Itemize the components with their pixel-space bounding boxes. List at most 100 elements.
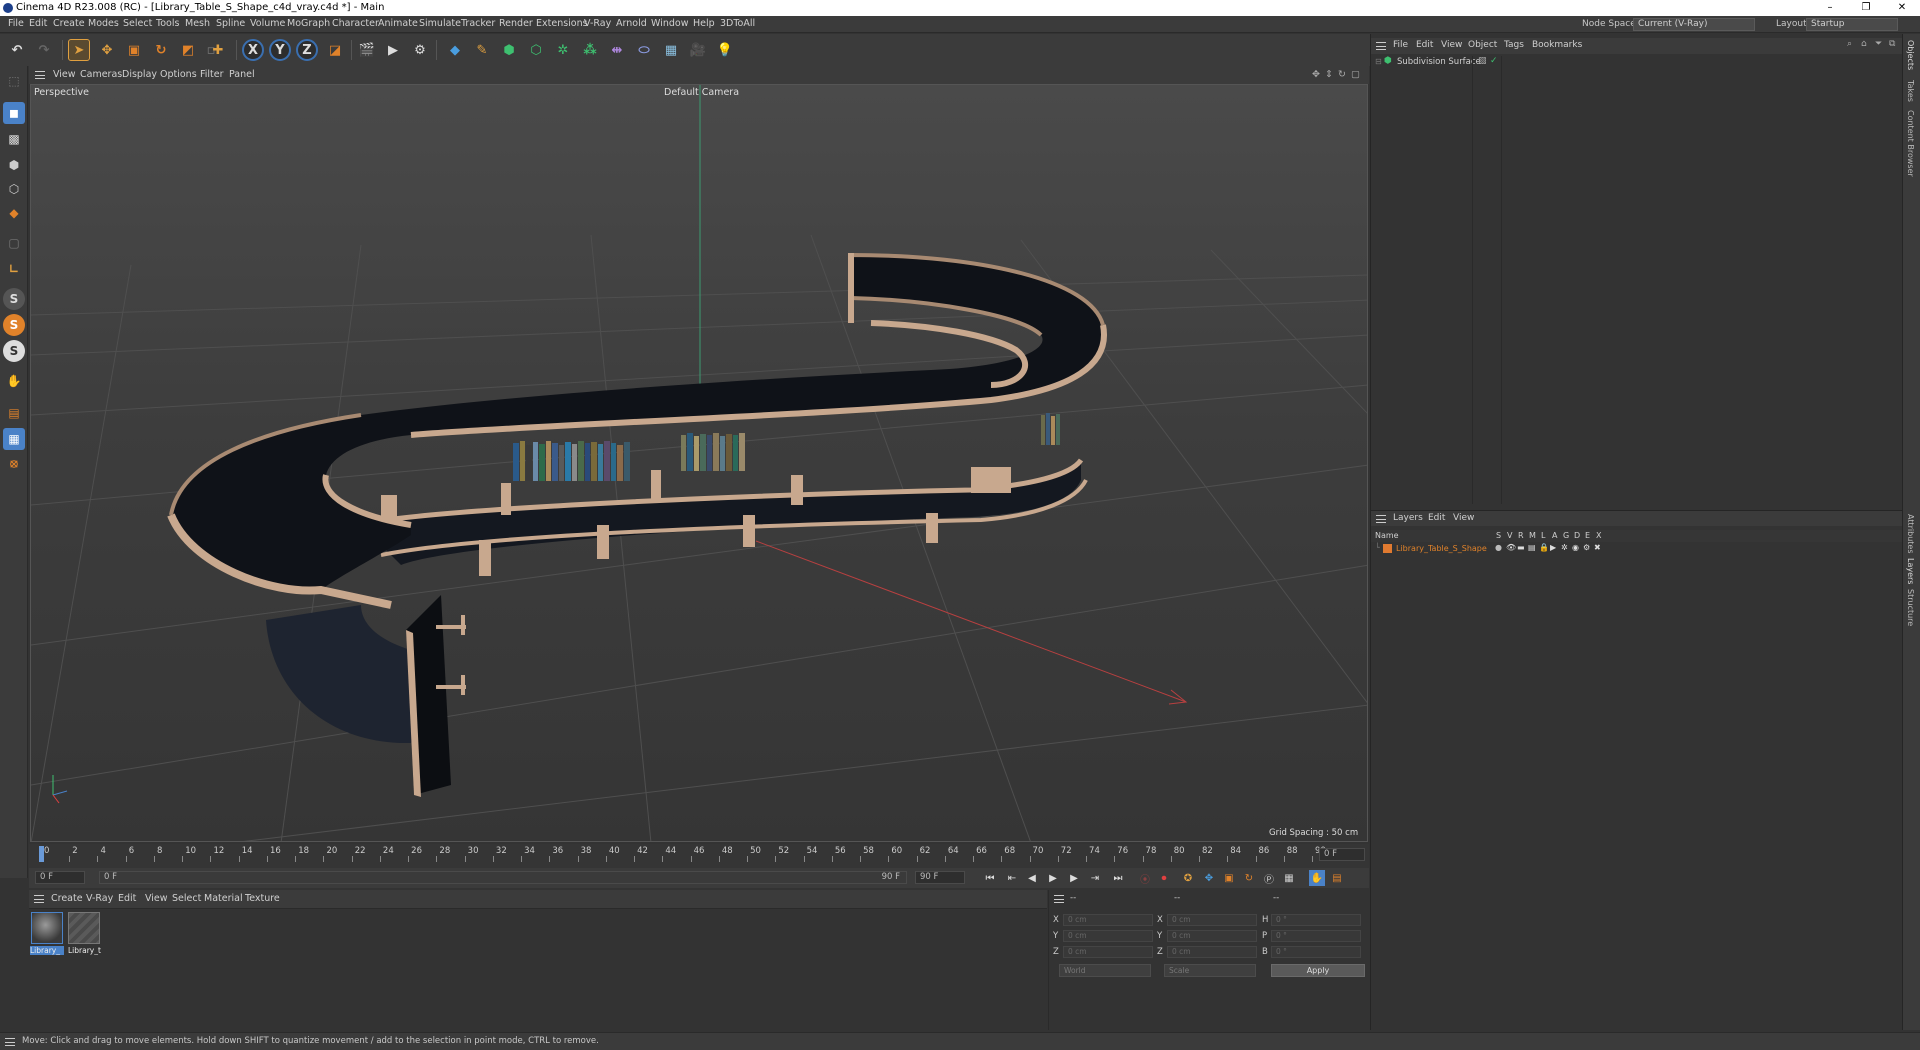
obj-menu-file[interactable]: File bbox=[1393, 40, 1408, 50]
menu-file[interactable]: File bbox=[8, 18, 24, 29]
add-object-icon[interactable]: ✚ bbox=[207, 39, 229, 61]
play-icon[interactable]: ▶ bbox=[1045, 870, 1061, 886]
layer-generators-icon[interactable]: ✲ bbox=[1561, 543, 1568, 552]
polygons-mode-icon[interactable]: ◆ bbox=[3, 202, 25, 224]
viewport-move-icon[interactable]: ✥ bbox=[1312, 69, 1320, 80]
viewport-menu-filter[interactable]: Filter bbox=[200, 69, 224, 80]
node-space-select[interactable]: Current (V-Ray) bbox=[1633, 18, 1755, 31]
cube-icon[interactable]: ◆ bbox=[444, 39, 466, 61]
menu-volume[interactable]: Volume bbox=[250, 18, 285, 29]
motion-mode-icon[interactable]: ✋ bbox=[1309, 870, 1325, 886]
mat-menu-vray[interactable]: V-Ray bbox=[86, 893, 113, 904]
object-name[interactable]: Subdivision Surface bbox=[1397, 57, 1481, 67]
make-editable-icon[interactable]: ⬚ bbox=[3, 70, 25, 92]
layer-visible-icon[interactable]: 👁 bbox=[1506, 543, 1516, 552]
parameter-key-icon[interactable]: Ⓟ bbox=[1261, 870, 1277, 886]
coordinate-system-icon[interactable]: ◪ bbox=[324, 39, 346, 61]
viewport-camera-label[interactable]: Default Camera bbox=[664, 87, 739, 98]
field-icon[interactable]: ⬭ bbox=[633, 39, 655, 61]
undo-icon[interactable]: ↶ bbox=[6, 39, 28, 61]
texture-mode-icon[interactable]: ▩ bbox=[3, 128, 25, 150]
edges-mode-icon[interactable]: ⬡ bbox=[3, 178, 25, 200]
pen-spline-icon[interactable]: ✎ bbox=[471, 39, 493, 61]
mat-menu-texture[interactable]: Texture bbox=[245, 893, 280, 904]
layout-select[interactable]: Startup bbox=[1806, 18, 1898, 31]
menu-mograph[interactable]: MoGraph bbox=[287, 18, 330, 29]
snap-s-icon-2[interactable]: S bbox=[3, 314, 25, 336]
record-keys-icon[interactable]: ⦿ bbox=[1137, 870, 1153, 886]
timeline-window-icon[interactable]: ▤ bbox=[1329, 870, 1345, 886]
pos-y-field[interactable]: 0 cm bbox=[1063, 930, 1153, 942]
menu-select[interactable]: Select bbox=[123, 18, 152, 29]
points-mode-icon[interactable]: ⬢ bbox=[3, 154, 25, 176]
viewport-menu-display[interactable]: Display bbox=[122, 69, 157, 80]
perspective-viewport[interactable]: Perspective Default Camera Grid Spacing … bbox=[30, 84, 1368, 842]
obj-filter-icon[interactable]: ⏷ bbox=[1875, 39, 1882, 49]
apply-button[interactable]: Apply bbox=[1271, 964, 1365, 977]
rotation-key-icon[interactable]: ↻ bbox=[1241, 870, 1257, 886]
side-tab-takes[interactable]: Takes bbox=[1906, 80, 1915, 102]
camera-icon[interactable]: 🎥 bbox=[687, 39, 709, 61]
layer-solo-icon[interactable]: ● bbox=[1495, 543, 1502, 552]
light-icon[interactable]: 💡 bbox=[714, 39, 736, 61]
lock-workplane-icon[interactable]: ⦻ bbox=[3, 452, 25, 474]
viewport-hamburger-icon[interactable] bbox=[35, 71, 45, 79]
mat-menu-view[interactable]: View bbox=[145, 893, 168, 904]
layer-lock-icon[interactable]: 🔒 bbox=[1539, 543, 1549, 552]
start-frame-field[interactable]: 0 F bbox=[35, 871, 85, 884]
menu-extensions[interactable]: Extensions bbox=[536, 18, 588, 29]
menu-create[interactable]: Create bbox=[53, 18, 85, 29]
viewport-menu-cameras[interactable]: Cameras bbox=[80, 69, 122, 80]
scale-key-icon[interactable]: ▣ bbox=[1221, 870, 1237, 886]
menu-3dtoall[interactable]: 3DToAll bbox=[720, 18, 755, 29]
side-tab-objects[interactable]: Objects bbox=[1906, 40, 1915, 70]
viewport-menu-options[interactable]: Options bbox=[160, 69, 197, 80]
coord-system-select[interactable]: World bbox=[1059, 964, 1151, 977]
obj-new-window-icon[interactable]: ⧉ bbox=[1889, 39, 1895, 49]
mat-menu-material[interactable]: Material bbox=[204, 893, 243, 904]
viewport-menu-view[interactable]: View bbox=[53, 69, 76, 80]
menu-render[interactable]: Render bbox=[499, 18, 533, 29]
menu-tools[interactable]: Tools bbox=[156, 18, 179, 29]
x-axis-lock-button[interactable]: X bbox=[242, 39, 264, 61]
pla-key-icon[interactable]: ▦ bbox=[1281, 870, 1297, 886]
viewport-menu-panel[interactable]: Panel bbox=[229, 69, 255, 80]
layers-menu-layers[interactable]: Layers bbox=[1393, 513, 1423, 523]
goto-end-icon[interactable]: ⏭ bbox=[1110, 870, 1126, 886]
render-settings-icon[interactable]: ⚙ bbox=[409, 39, 431, 61]
next-key-icon[interactable]: ⇥ bbox=[1087, 870, 1103, 886]
z-axis-lock-button[interactable]: Z bbox=[296, 39, 318, 61]
restore-button[interactable]: ❐ bbox=[1848, 0, 1884, 16]
uv-mode-icon[interactable]: ▢ bbox=[3, 232, 25, 254]
layer-animation-icon[interactable]: ▶ bbox=[1550, 543, 1556, 552]
objects-hamburger-icon[interactable] bbox=[1376, 42, 1386, 50]
layer-xrefs-icon[interactable]: ✖ bbox=[1594, 543, 1601, 552]
mat-menu-select[interactable]: Select bbox=[172, 893, 201, 904]
size-y-field[interactable]: 0 cm bbox=[1167, 930, 1257, 942]
obj-menu-tags[interactable]: Tags bbox=[1504, 40, 1524, 50]
rotate-tool-icon[interactable]: ↻ bbox=[150, 39, 172, 61]
menu-arnold[interactable]: Arnold bbox=[616, 18, 647, 29]
snap-s-icon-1[interactable]: S bbox=[3, 288, 25, 310]
menu-simulate[interactable]: Simulate bbox=[419, 18, 461, 29]
position-key-icon[interactable]: ✥ bbox=[1201, 870, 1217, 886]
render-region-icon[interactable]: 🎬 bbox=[356, 39, 378, 61]
obj-search-icon[interactable]: ⌕ bbox=[1847, 39, 1852, 49]
workplane-icon[interactable]: ▤ bbox=[3, 402, 25, 424]
layer-render-icon[interactable]: ▬ bbox=[1517, 543, 1525, 552]
timeline-playhead[interactable] bbox=[39, 846, 44, 862]
menu-vray[interactable]: V-Ray bbox=[584, 18, 611, 29]
rot-p-field[interactable]: 0 ° bbox=[1271, 930, 1361, 942]
next-frame-icon[interactable]: ▶ bbox=[1066, 870, 1082, 886]
object-enabled-check-icon[interactable]: ✓ bbox=[1490, 56, 1498, 66]
material-thumb-1[interactable] bbox=[31, 912, 63, 944]
minimize-button[interactable]: – bbox=[1812, 0, 1848, 16]
material-hamburger-icon[interactable] bbox=[34, 895, 44, 903]
side-tab-attributes[interactable]: Attributes bbox=[1906, 514, 1915, 554]
menu-mesh[interactable]: Mesh bbox=[185, 18, 210, 29]
menu-help[interactable]: Help bbox=[693, 18, 715, 29]
viewport-zoom-icon[interactable]: ⇕ bbox=[1325, 69, 1333, 80]
frame-range-slider[interactable]: 0 F 90 F bbox=[99, 871, 907, 884]
obj-menu-view[interactable]: View bbox=[1441, 40, 1462, 50]
scale-tool-icon[interactable]: ▣ bbox=[123, 39, 145, 61]
